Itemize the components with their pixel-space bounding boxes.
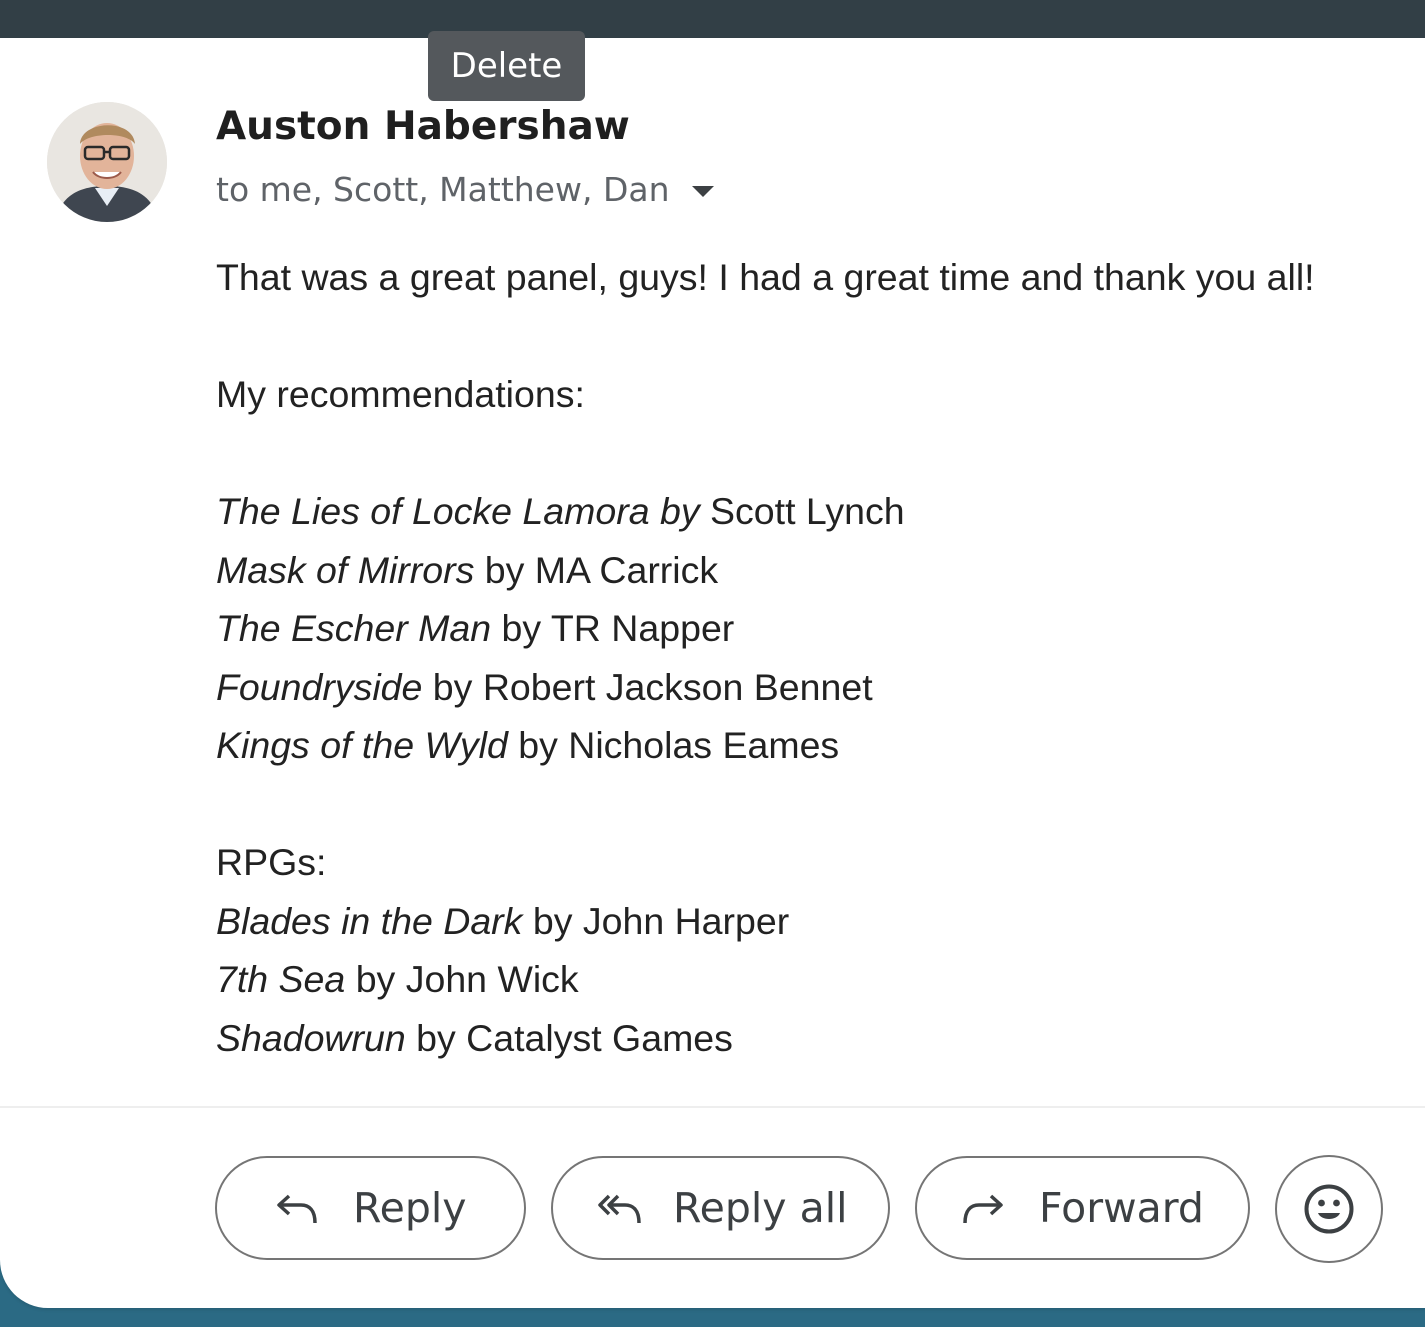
delete-tooltip: Delete (428, 31, 585, 101)
book-title: Kings of the Wyld (216, 724, 508, 766)
book-author: by MA Carrick (474, 548, 719, 591)
book-title: Mask of Mirrors (216, 548, 475, 591)
book-author: by Robert Jackson Bennet (422, 665, 873, 708)
rpg-item: Shadowrun by Catalyst Games (216, 1009, 1315, 1068)
emoji-reaction-button[interactable] (1275, 1155, 1383, 1263)
rpg-author: by John Harper (522, 899, 790, 942)
forward-label: Forward (1039, 1184, 1204, 1232)
rpg-item: Blades in the Dark by John Harper (216, 892, 1315, 951)
show-details-caret-icon[interactable] (691, 186, 714, 197)
book-author: by TR Napper (491, 607, 735, 649)
rpg-item: 7th Sea by John Wick (216, 950, 1315, 1009)
rpg-title: Shadowrun (216, 1016, 406, 1059)
book-title: The Lies of Locke Lamora by (216, 490, 711, 532)
book-item: Mask of Mirrors by MA Carrick (216, 541, 1315, 600)
recommendations-heading: My recommendations: (216, 373, 585, 415)
book-item: The Lies of Locke Lamora by Scott Lynch (216, 482, 1315, 541)
book-author: by Nicholas Eames (507, 724, 840, 766)
forward-button[interactable]: Forward (915, 1156, 1250, 1260)
recipients-line[interactable]: to me, Scott, Matthew, Dan (216, 170, 714, 209)
rpg-title: 7th Sea (216, 958, 346, 1000)
book-item: The Escher Man by TR Napper (216, 599, 1315, 658)
reply-all-label: Reply all (673, 1184, 848, 1232)
forward-arrow-icon (961, 1190, 1005, 1226)
reply-arrow-icon (275, 1190, 319, 1226)
sender-avatar[interactable] (47, 102, 167, 222)
book-title: Foundryside (216, 665, 423, 708)
message-body: That was a great panel, guys! I had a gr… (216, 248, 1315, 1067)
book-author: Scott Lynch (710, 490, 905, 532)
reply-all-button[interactable]: Reply all (551, 1156, 890, 1260)
rpgs-heading: RPGs: (216, 841, 327, 883)
book-item: Foundryside by Robert Jackson Bennet (216, 658, 1315, 717)
rpg-author: by John Wick (345, 958, 579, 1000)
sender-name[interactable]: Auston Habershaw (216, 104, 630, 149)
reply-all-arrow-icon (597, 1190, 643, 1226)
recipients-text: to me, Scott, Matthew, Dan (216, 170, 670, 209)
avatar-photo-icon (47, 102, 167, 222)
rpg-title: Blades in the Dark (216, 899, 523, 942)
reply-label: Reply (353, 1184, 467, 1232)
greeting-text: That was a great panel, guys! I had a gr… (216, 256, 1315, 298)
actions-divider (0, 1106, 1425, 1108)
emoji-smiley-icon (1303, 1183, 1355, 1235)
app-top-bar (0, 0, 1425, 40)
reply-button[interactable]: Reply (215, 1156, 526, 1260)
book-item: Kings of the Wyld by Nicholas Eames (216, 716, 1315, 775)
book-title: The Escher Man (216, 607, 492, 649)
rpg-author: by Catalyst Games (405, 1016, 733, 1059)
